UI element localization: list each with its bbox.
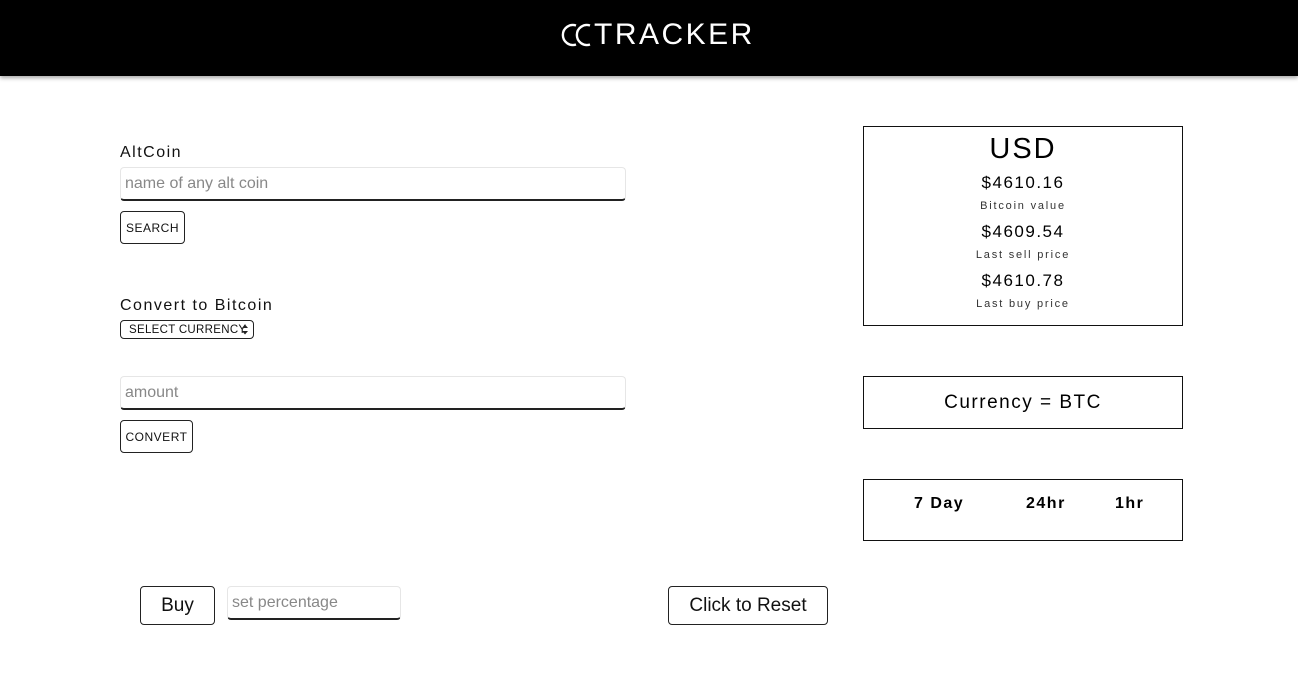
search-button[interactable]: SEARCH bbox=[120, 211, 185, 244]
cc-circles-logo-icon bbox=[561, 23, 591, 47]
bitcoin-value: $4610.16 bbox=[981, 173, 1065, 192]
select-arrows-icon bbox=[242, 324, 248, 335]
search-button-label: SEARCH bbox=[125, 220, 179, 235]
last-buy-price-label: Last buy price bbox=[976, 298, 1070, 310]
timeframe-1hr[interactable]: 1hr bbox=[1115, 495, 1144, 513]
reset-button-label: Click to Reset bbox=[689, 594, 807, 616]
cctracker-logo[interactable]: TRACKER bbox=[560, 18, 755, 52]
currency-select-value: SELECT CURRENCY bbox=[129, 323, 247, 336]
currency-card-text: Currency = BTC bbox=[944, 392, 1102, 413]
buy-button-label: Buy bbox=[161, 594, 194, 616]
last-buy-price: $4610.78 bbox=[981, 271, 1065, 290]
convert-button[interactable]: CONVERT bbox=[120, 420, 193, 453]
altcoin-search-input[interactable] bbox=[120, 167, 626, 201]
top-navbar: TRACKER bbox=[0, 0, 1298, 76]
price-card-currency: USD bbox=[989, 133, 1057, 165]
last-sell-price-label: Last sell price bbox=[975, 249, 1071, 261]
bitcoin-value-label: Bitcoin value bbox=[980, 200, 1066, 212]
timeframe-7day[interactable]: 7 Day bbox=[914, 495, 964, 513]
reset-button[interactable]: Click to Reset bbox=[668, 586, 828, 625]
last-sell-price: $4609.54 bbox=[981, 222, 1065, 241]
logo-text: TRACKER bbox=[594, 18, 755, 51]
currency-select[interactable]: SELECT CURRENCY bbox=[120, 320, 254, 339]
timeframe-card: 7 Day 24hr 1hr bbox=[863, 479, 1183, 541]
altcoin-label: AltCoin bbox=[120, 144, 183, 161]
convert-button-label: CONVERT bbox=[125, 429, 188, 444]
price-card: USD $4610.16 Bitcoin value $4609.54 Last… bbox=[863, 126, 1183, 326]
amount-input[interactable] bbox=[120, 376, 626, 410]
convert-label: Convert to Bitcoin bbox=[120, 297, 274, 314]
timeframe-24hr[interactable]: 24hr bbox=[1026, 495, 1066, 513]
currency-card: Currency = BTC bbox=[863, 376, 1183, 429]
percentage-input[interactable] bbox=[227, 586, 401, 620]
buy-button[interactable]: Buy bbox=[140, 586, 215, 625]
